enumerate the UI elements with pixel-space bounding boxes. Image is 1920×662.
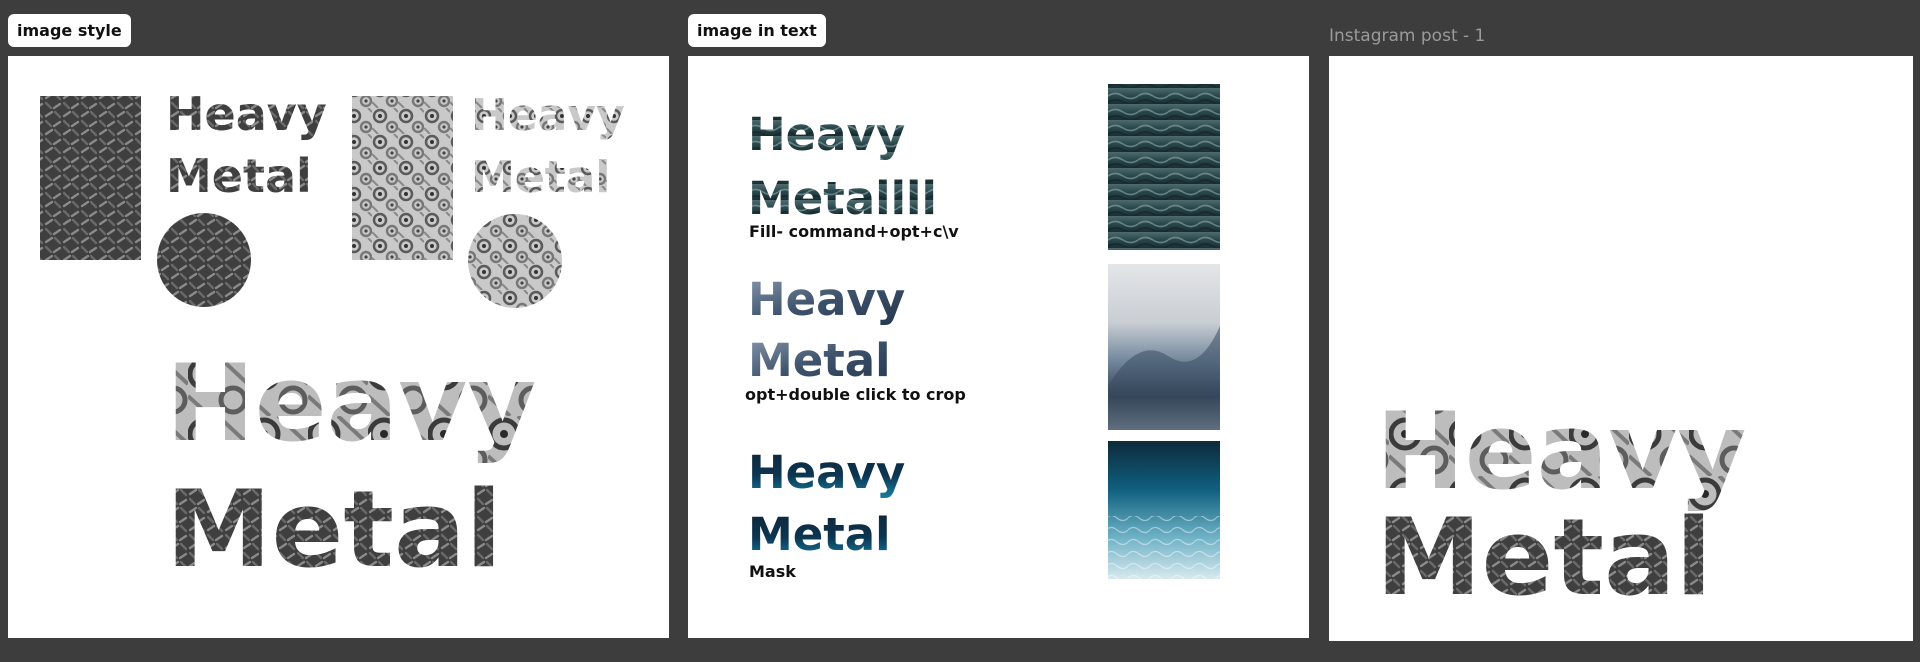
example2-caption: opt+double click to crop [745,385,966,404]
small-heavy-gears[interactable]: Heavy [471,90,625,141]
underwater-caustics [1108,516,1220,579]
post-metal-text[interactable]: Metal [1376,496,1712,619]
water-ripple-image[interactable] [1108,84,1220,250]
large-metal-text[interactable]: Metal [166,468,502,591]
gears-image-circle[interactable] [468,214,562,308]
frame-image-style[interactable]: Heavy Metal Heavy Metal Heavy Metal [8,56,669,638]
frame-name-instagram-post[interactable]: Instagram post - 1 [1329,26,1485,46]
example2-metal-text[interactable]: Metal [748,334,891,387]
image-in-text-artboard: Heavy Metallll Heavy Metal Heavy Metal [748,84,1220,579]
example2-heavy-text[interactable]: Heavy [748,273,905,326]
frame-label-image-in-text[interactable]: image in text [688,14,826,47]
large-heavy-text[interactable]: Heavy [166,342,536,465]
frame-label-image-style[interactable]: image style [8,14,131,47]
diamond-plate-image-rect[interactable] [40,96,141,260]
small-heavy-plate[interactable]: Heavy [166,87,327,141]
frame-image-in-text[interactable]: Heavy Metallll Heavy Metal Heavy Metal F… [688,56,1309,638]
diamond-plate-image-circle[interactable] [157,213,251,307]
example3-heavy-text[interactable]: Heavy [748,446,905,499]
image-style-artboard: Heavy Metal Heavy Metal Heavy Metal [40,87,625,591]
example1-heavy-text[interactable]: Heavy [748,108,905,161]
instagram-post-artboard: Heavy Metal [1376,390,1746,619]
example3-metal-text[interactable]: Metal [748,508,891,561]
frame-instagram-post[interactable]: Heavy Metal [1329,56,1913,641]
small-metal-plate[interactable]: Metal [166,149,312,203]
small-metal-gears[interactable]: Metal [471,152,610,203]
post-heavy-text[interactable]: Heavy [1376,390,1746,513]
example3-caption: Mask [749,562,796,581]
example1-caption: Fill- command+opt+c\v [749,222,959,241]
gears-image-rect[interactable] [352,96,453,260]
example1-metal-text[interactable]: Metallll [748,172,937,225]
